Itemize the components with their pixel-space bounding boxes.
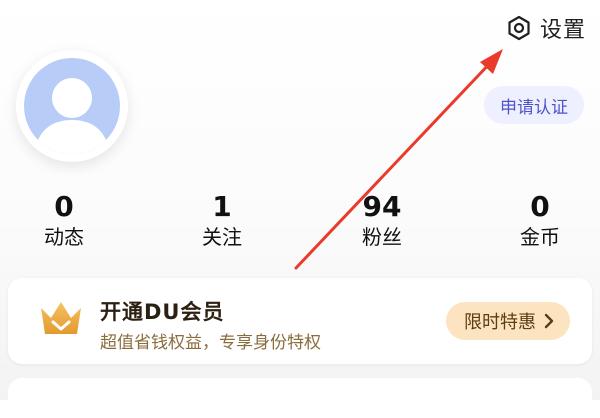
stat-followers-value: 94	[362, 190, 402, 223]
apply-verification-button[interactable]: 申请认证	[484, 86, 584, 124]
stats-row: 0 动态 1 关注 94 粉丝 0 金币	[0, 190, 600, 260]
vip-subtitle: 超值省钱权益，专享身份特权	[100, 333, 321, 353]
stat-following[interactable]: 1 关注	[182, 190, 262, 250]
stat-coins-value: 0	[530, 190, 550, 223]
avatar-placeholder	[24, 58, 120, 154]
next-card	[8, 378, 592, 418]
stat-posts-label: 动态	[44, 225, 84, 249]
stat-following-value: 1	[212, 190, 232, 223]
vip-title: 开通DU会员	[100, 300, 225, 324]
limited-offer-label: 限时特惠	[464, 312, 536, 333]
stat-posts[interactable]: 0 动态	[24, 190, 104, 250]
stat-coins[interactable]: 0 金币	[500, 190, 580, 250]
settings-button[interactable]: 设置	[506, 12, 586, 44]
default-user-icon	[34, 78, 110, 154]
stat-coins-label: 金币	[520, 225, 560, 249]
stat-posts-value: 0	[54, 190, 74, 223]
avatar[interactable]	[16, 50, 128, 162]
gear-icon	[508, 15, 530, 41]
settings-label: 设置	[539, 18, 586, 43]
stat-followers-label: 粉丝	[362, 225, 402, 249]
chevron-right-icon	[544, 313, 554, 329]
limited-offer-button[interactable]: 限时特惠	[446, 302, 570, 340]
stat-following-label: 关注	[202, 225, 242, 249]
stat-followers[interactable]: 94 粉丝	[342, 190, 422, 250]
vip-membership-card[interactable]: 开通DU会员 超值省钱权益，专享身份特权 限时特惠	[8, 278, 592, 364]
crown-icon	[41, 302, 81, 334]
